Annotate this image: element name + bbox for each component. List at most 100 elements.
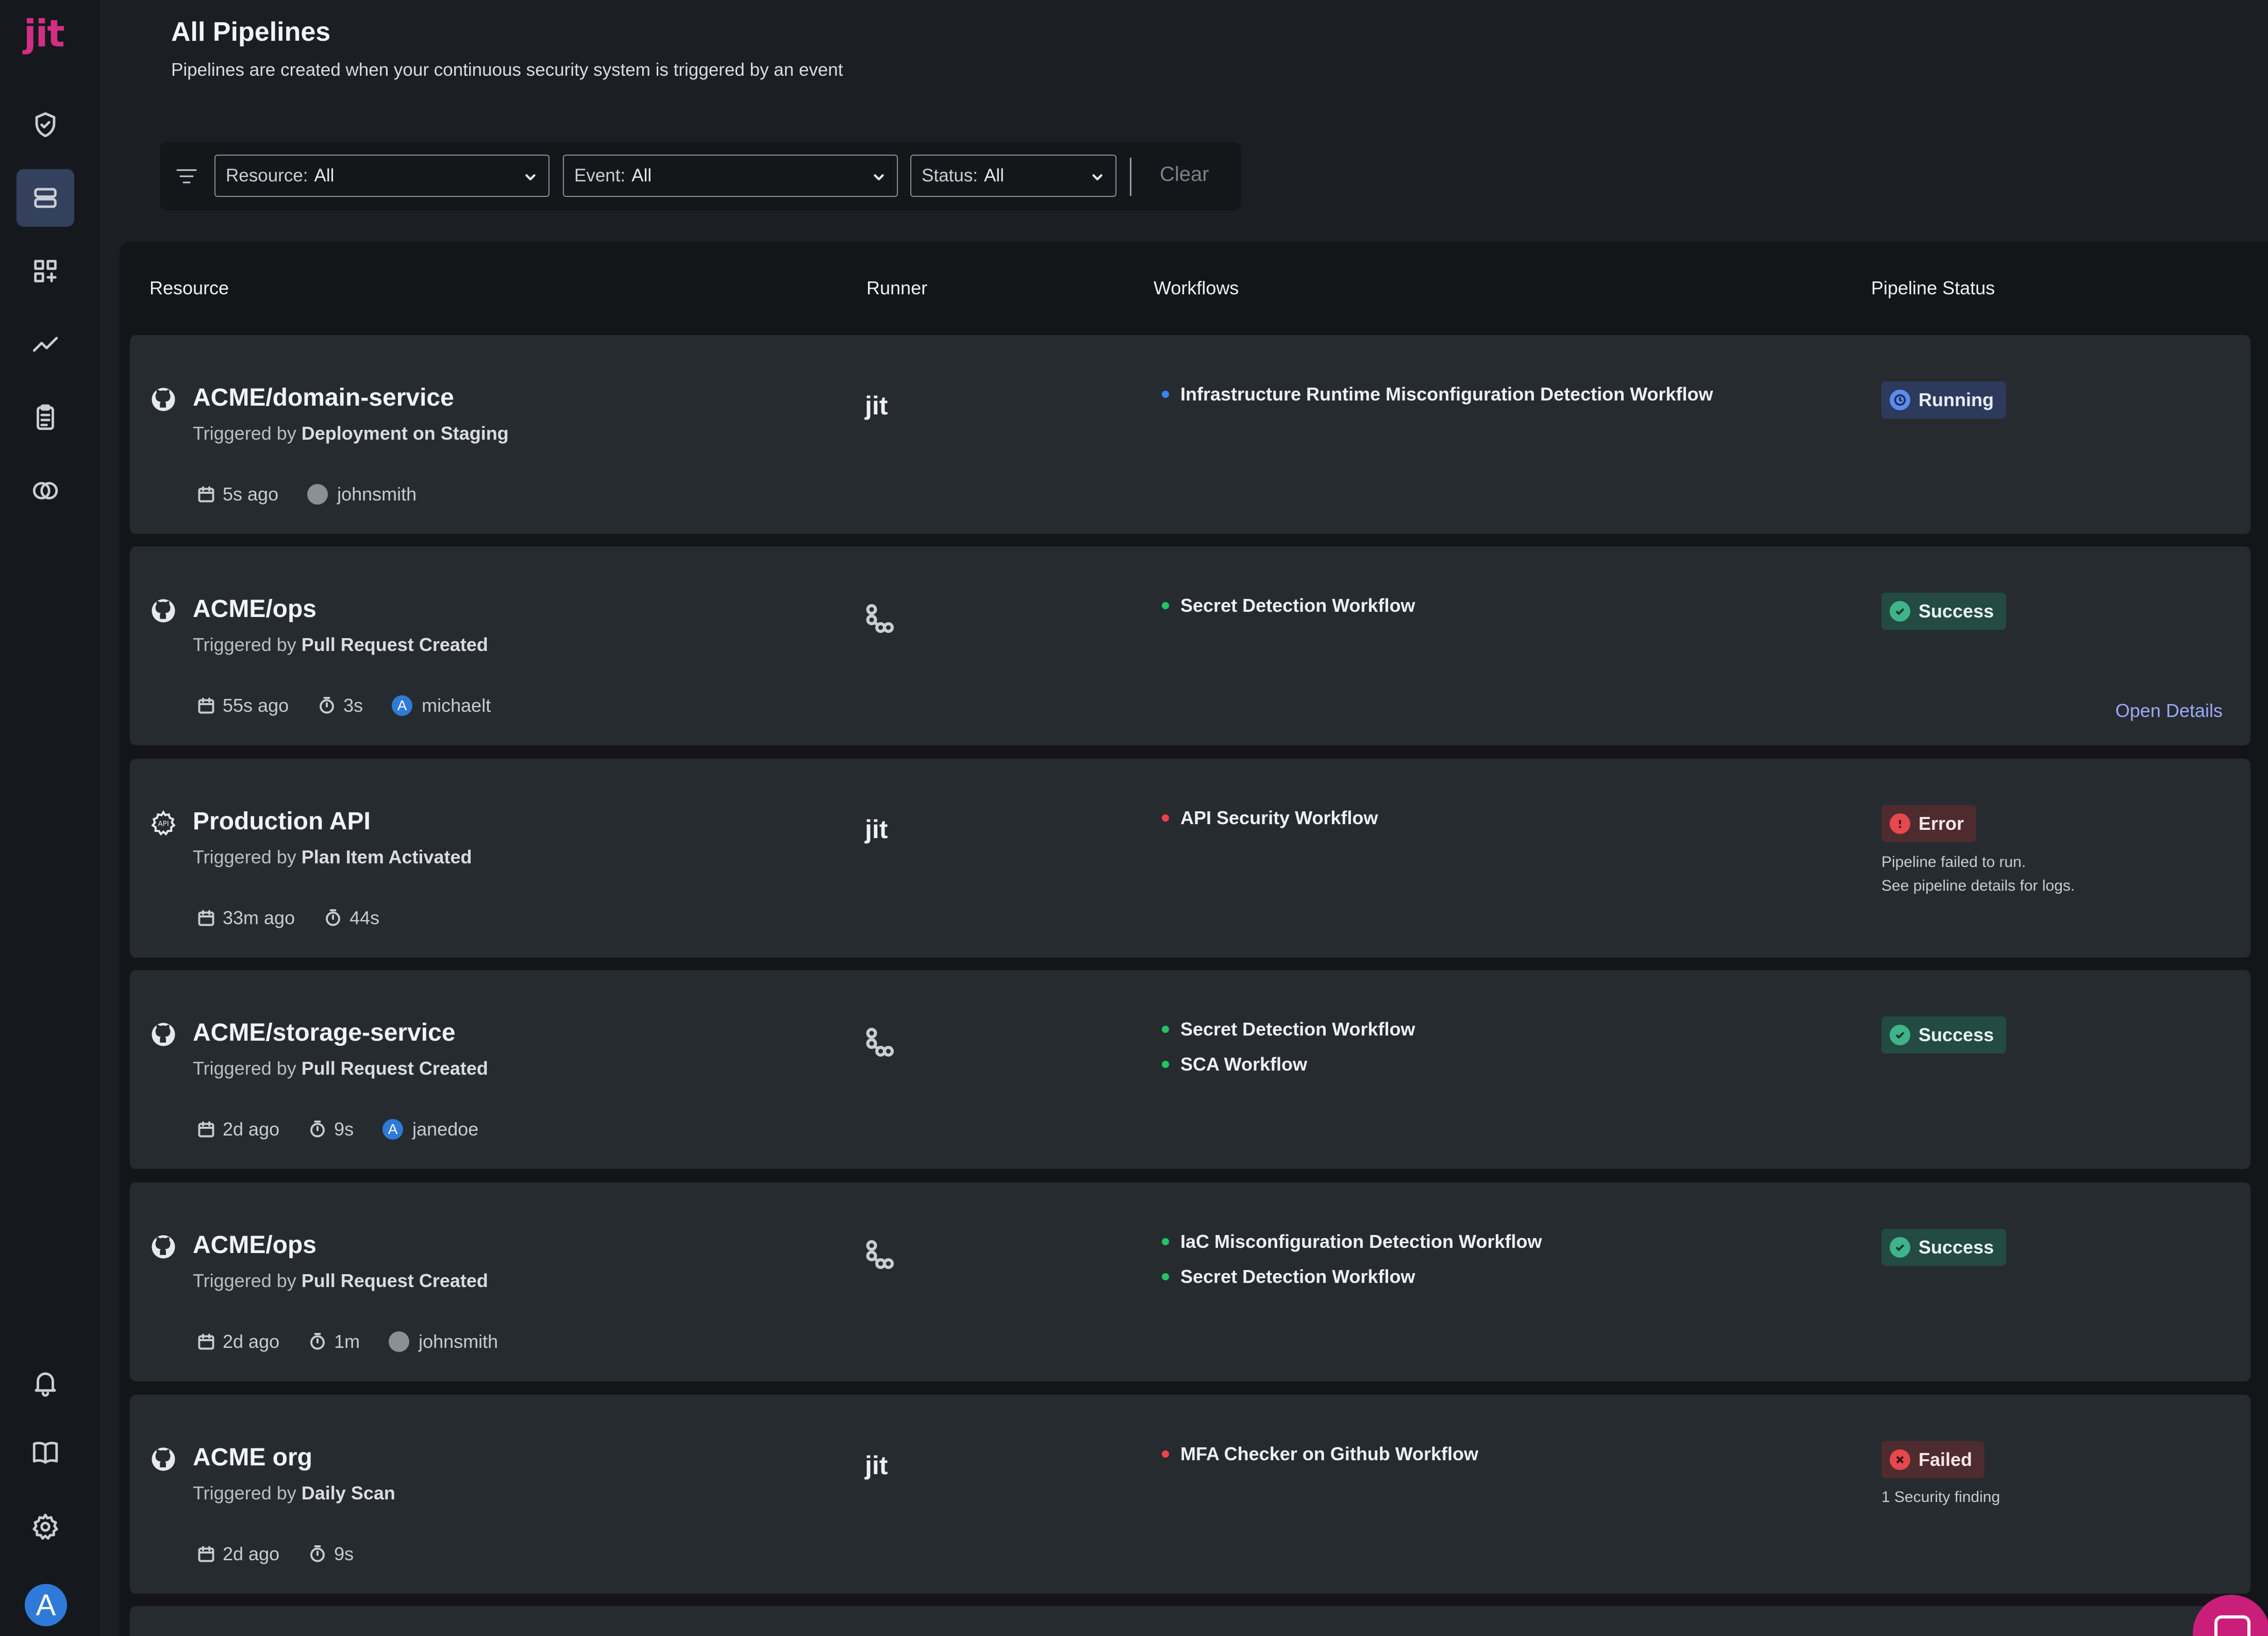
table-row[interactable]: ACME org Triggered by Daily Scan 2d ago … [130, 1395, 2250, 1594]
workflow-item: Secret Detection Workflow [1162, 1266, 1415, 1288]
avatar: A [382, 1119, 404, 1140]
resource-name[interactable]: ACME/storage-service [193, 1019, 456, 1047]
github-icon [149, 1233, 177, 1261]
trigger-text: Triggered by Plan Item Activated [193, 846, 472, 867]
table-row[interactable] [130, 1606, 2250, 1636]
column-header-pipeline-status[interactable]: Pipeline Status [1871, 277, 1995, 299]
avatar [307, 484, 328, 505]
user-avatar[interactable]: A [25, 1584, 67, 1626]
column-header-workflows[interactable]: Workflows [1154, 277, 1239, 299]
status-filter-label: Status: [922, 165, 978, 186]
status-filter-select[interactable]: Status: All [910, 155, 1116, 197]
nav-settings[interactable] [16, 1498, 74, 1556]
status-dot [1162, 1238, 1169, 1245]
status-badge: Success [1881, 1016, 2007, 1054]
nav-pipelines[interactable] [16, 169, 74, 227]
row-meta: 2d ago 9s Ajanedoe [197, 1119, 507, 1140]
avatar [389, 1331, 410, 1352]
workflow-item: IaC Misconfiguration Detection Workflow [1162, 1231, 1542, 1253]
table-row[interactable]: ACME/ops Triggered by Pull Request Creat… [130, 546, 2250, 745]
page-title: All Pipelines [171, 17, 331, 47]
duration: 1m [334, 1331, 360, 1352]
nav-integrations[interactable] [16, 242, 74, 300]
status-dot [1162, 1061, 1169, 1068]
duration: 44s [349, 907, 380, 928]
stopwatch-icon [310, 1545, 325, 1562]
calendar-icon [198, 486, 214, 503]
calendar-icon [198, 1121, 214, 1138]
avatar: A [392, 695, 413, 716]
status-badge: Failed [1881, 1441, 1985, 1478]
check-circle-icon [1890, 601, 1910, 622]
calendar-icon [198, 1333, 214, 1350]
status-dot [1162, 814, 1169, 822]
username: johnsmith [337, 483, 417, 505]
nav-notifications[interactable] [16, 1354, 74, 1411]
nav-security-plan[interactable] [16, 96, 74, 154]
stopwatch-icon [320, 697, 335, 714]
nav-reports[interactable] [16, 389, 74, 446]
username: michaelt [422, 695, 491, 716]
table-row[interactable]: ACME/domain-service Triggered by Deploym… [130, 335, 2250, 534]
trigger-text: Triggered by Daily Scan [193, 1482, 395, 1504]
event-filter-select[interactable]: Event: All [563, 155, 898, 197]
trigger-event: Pull Request Created [301, 1270, 488, 1291]
open-details-link[interactable]: Open Details [2115, 700, 2223, 722]
nav-insights[interactable] [16, 315, 74, 373]
status-note: Pipeline failed to run. See pipeline det… [1881, 854, 2075, 894]
calendar-icon [198, 910, 214, 926]
stopwatch-icon [310, 1333, 325, 1350]
stopwatch-icon [326, 909, 341, 926]
check-circle-icon [1890, 1025, 1910, 1045]
trigger-text: Triggered by Pull Request Created [193, 1058, 488, 1079]
resource-name[interactable]: ACME/domain-service [193, 383, 454, 412]
workflow-item: SCA Workflow [1162, 1054, 1307, 1075]
github-icon [149, 386, 177, 413]
column-header-runner[interactable]: Runner [866, 277, 927, 299]
workflow-item: API Security Workflow [1162, 807, 1378, 829]
time-ago: 2d ago [223, 1331, 280, 1352]
calendar-icon [198, 697, 214, 714]
jit-logo[interactable]: jit [24, 10, 65, 57]
filter-bar: Resource: All Event: All Status: All Cle… [160, 142, 1241, 210]
github-icon [149, 597, 177, 625]
nav-compliance[interactable] [16, 462, 74, 520]
book-icon [32, 1442, 58, 1464]
row-meta: 2d ago 9s [197, 1543, 382, 1565]
x-circle-icon [1890, 1449, 1910, 1470]
time-ago: 55s ago [223, 695, 289, 716]
trigger-text: Triggered by Pull Request Created [193, 1270, 488, 1291]
runner-jit-logo: jit [865, 1451, 888, 1480]
duration: 3s [343, 695, 363, 716]
status-badge: Success [1881, 593, 2007, 630]
resource-name[interactable]: Production API [193, 807, 371, 836]
table-row[interactable]: ACME/ops Triggered by Pull Request Creat… [130, 1182, 2250, 1381]
resource-filter-label: Resource: [226, 165, 308, 186]
github-actions-icon [864, 1239, 895, 1270]
duration: 9s [334, 1543, 354, 1564]
status-dot [1162, 1026, 1169, 1033]
nav-docs[interactable] [16, 1424, 74, 1481]
row-meta: 2d ago 1m johnsmith [197, 1331, 527, 1353]
clock-icon [1890, 390, 1910, 410]
trigger-event: Pull Request Created [301, 634, 488, 655]
clipboard-icon [37, 404, 54, 430]
sidebar: jit A [0, 0, 101, 1636]
column-header-resource[interactable]: Resource [149, 277, 229, 299]
resource-name[interactable]: ACME/ops [193, 595, 316, 623]
resource-name[interactable]: ACME org [193, 1443, 312, 1472]
row-meta: 5s ago johnsmith [197, 483, 445, 505]
table-row[interactable]: ACME/storage-service Triggered by Pull R… [130, 970, 2250, 1169]
time-ago: 2d ago [223, 1119, 280, 1140]
resource-filter-select[interactable]: Resource: All [214, 155, 549, 197]
trigger-text: Triggered by Deployment on Staging [193, 423, 509, 444]
resource-name[interactable]: ACME/ops [193, 1231, 316, 1259]
filter-icon[interactable] [173, 163, 200, 190]
table-row[interactable]: API Production API Triggered by Plan Ite… [130, 759, 2250, 958]
status-badge: Success [1881, 1229, 2007, 1266]
status-badge: Error [1881, 805, 1977, 842]
clear-filters-button[interactable]: Clear [1160, 163, 1209, 186]
status-dot [1162, 1450, 1169, 1458]
rings-icon [32, 482, 58, 499]
duration: 9s [334, 1119, 354, 1140]
